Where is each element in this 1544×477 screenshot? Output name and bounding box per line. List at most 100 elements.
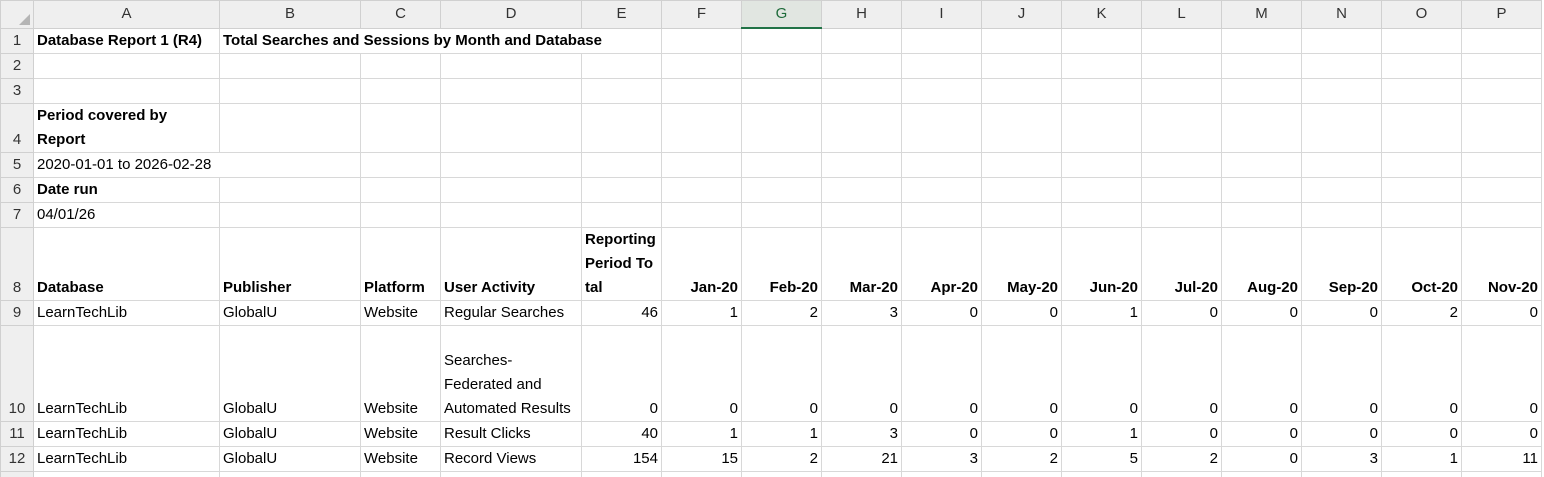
cell[interactable] [360,470,441,477]
cell[interactable] [661,27,742,54]
row-header-6[interactable]: 6 [0,176,34,203]
cell[interactable] [1061,151,1142,178]
cell[interactable] [1141,27,1222,54]
value-cell[interactable]: 15 [661,445,742,472]
column-header-c[interactable]: C [360,0,441,29]
date-run-value-cell[interactable]: 04/01/26 [33,201,220,228]
column-header-b[interactable]: B [219,0,361,29]
cell[interactable] [1221,151,1302,178]
header-month[interactable]: Sep-20 [1301,226,1382,301]
cell[interactable] [661,176,742,203]
database-cell[interactable]: LearnTechLib [33,445,220,472]
cell[interactable] [901,102,982,153]
header-month[interactable]: Nov-20 [1461,226,1542,301]
value-cell[interactable]: 0 [1221,420,1302,447]
cell[interactable] [1381,176,1462,203]
value-cell[interactable]: 0 [1381,420,1462,447]
value-cell[interactable]: 0 [1461,299,1542,326]
cell[interactable] [581,151,662,178]
cell[interactable] [1301,52,1382,79]
cell[interactable] [1301,77,1382,104]
value-cell[interactable]: 0 [981,324,1062,422]
cell[interactable] [33,52,220,79]
value-cell[interactable]: 0 [1381,324,1462,422]
value-cell[interactable]: 2 [1141,445,1222,472]
column-header-m[interactable]: M [1221,0,1302,29]
cell[interactable] [1061,470,1142,477]
cell[interactable] [741,27,822,54]
cell[interactable] [901,176,982,203]
header-database[interactable]: Database [33,226,220,301]
row-header-8[interactable]: 8 [0,226,34,301]
row-header-13[interactable]: 13 [0,470,34,477]
cell[interactable] [1381,470,1462,477]
cell[interactable] [901,52,982,79]
column-header-h[interactable]: H [821,0,902,29]
cell[interactable] [901,77,982,104]
publisher-cell[interactable]: GlobalU [219,324,361,422]
total-cell[interactable]: 46 [581,299,662,326]
activity-cell[interactable]: Record Views [440,445,582,472]
report-name-cell[interactable]: Database Report 1 (R4) [33,27,220,54]
select-all-corner[interactable] [0,0,34,29]
column-header-p[interactable]: P [1461,0,1542,29]
row-header-10[interactable]: 10 [0,324,34,422]
value-cell[interactable]: 3 [1301,445,1382,472]
cell[interactable] [219,176,361,203]
row-header-1[interactable]: 1 [0,27,34,54]
header-month[interactable]: Jan-20 [661,226,742,301]
column-header-k[interactable]: K [1061,0,1142,29]
cell[interactable] [1061,201,1142,228]
cell[interactable] [1141,151,1222,178]
cell[interactable] [661,470,742,477]
cell[interactable] [1381,27,1462,54]
value-cell[interactable]: 1 [1381,445,1462,472]
cell[interactable] [1381,201,1462,228]
column-header-f[interactable]: F [661,0,742,29]
cell[interactable] [741,151,822,178]
cell[interactable] [1141,176,1222,203]
cell[interactable] [1061,52,1142,79]
cell[interactable] [360,52,441,79]
total-cell[interactable]: 40 [581,420,662,447]
value-cell[interactable]: 0 [1141,420,1222,447]
cell[interactable] [1141,77,1222,104]
value-cell[interactable]: 2 [981,445,1062,472]
cell[interactable] [581,176,662,203]
value-cell[interactable]: 0 [1221,299,1302,326]
cell[interactable] [1461,151,1542,178]
value-cell[interactable]: 0 [981,299,1062,326]
cell[interactable] [981,102,1062,153]
value-cell[interactable]: 0 [1301,324,1382,422]
database-cell[interactable]: LearnTechLib [33,299,220,326]
row-header-11[interactable]: 11 [0,420,34,447]
header-month[interactable]: Oct-20 [1381,226,1462,301]
value-cell[interactable]: 3 [821,299,902,326]
publisher-cell[interactable]: GlobalU [219,420,361,447]
cell[interactable] [581,102,662,153]
value-cell[interactable]: 1 [1061,299,1142,326]
value-cell[interactable]: 0 [901,420,982,447]
cell[interactable] [1381,102,1462,153]
cell[interactable] [1221,52,1302,79]
cell[interactable] [981,52,1062,79]
value-cell[interactable]: 0 [1141,324,1222,422]
cell[interactable] [1221,201,1302,228]
column-header-a[interactable]: A [33,0,220,29]
value-cell[interactable]: 5 [1061,445,1142,472]
cell[interactable] [821,470,902,477]
value-cell[interactable]: 0 [901,324,982,422]
cell[interactable] [219,77,361,104]
value-cell[interactable]: 2 [741,299,822,326]
column-header-l[interactable]: L [1141,0,1222,29]
platform-cell[interactable]: Website [360,299,441,326]
value-cell[interactable]: 2 [1381,299,1462,326]
header-month[interactable]: May-20 [981,226,1062,301]
value-cell[interactable]: 3 [901,445,982,472]
cell[interactable] [901,201,982,228]
cell[interactable] [1381,52,1462,79]
row-header-3[interactable]: 3 [0,77,34,104]
cell[interactable] [1221,102,1302,153]
cell[interactable] [1381,77,1462,104]
row-header-12[interactable]: 12 [0,445,34,472]
